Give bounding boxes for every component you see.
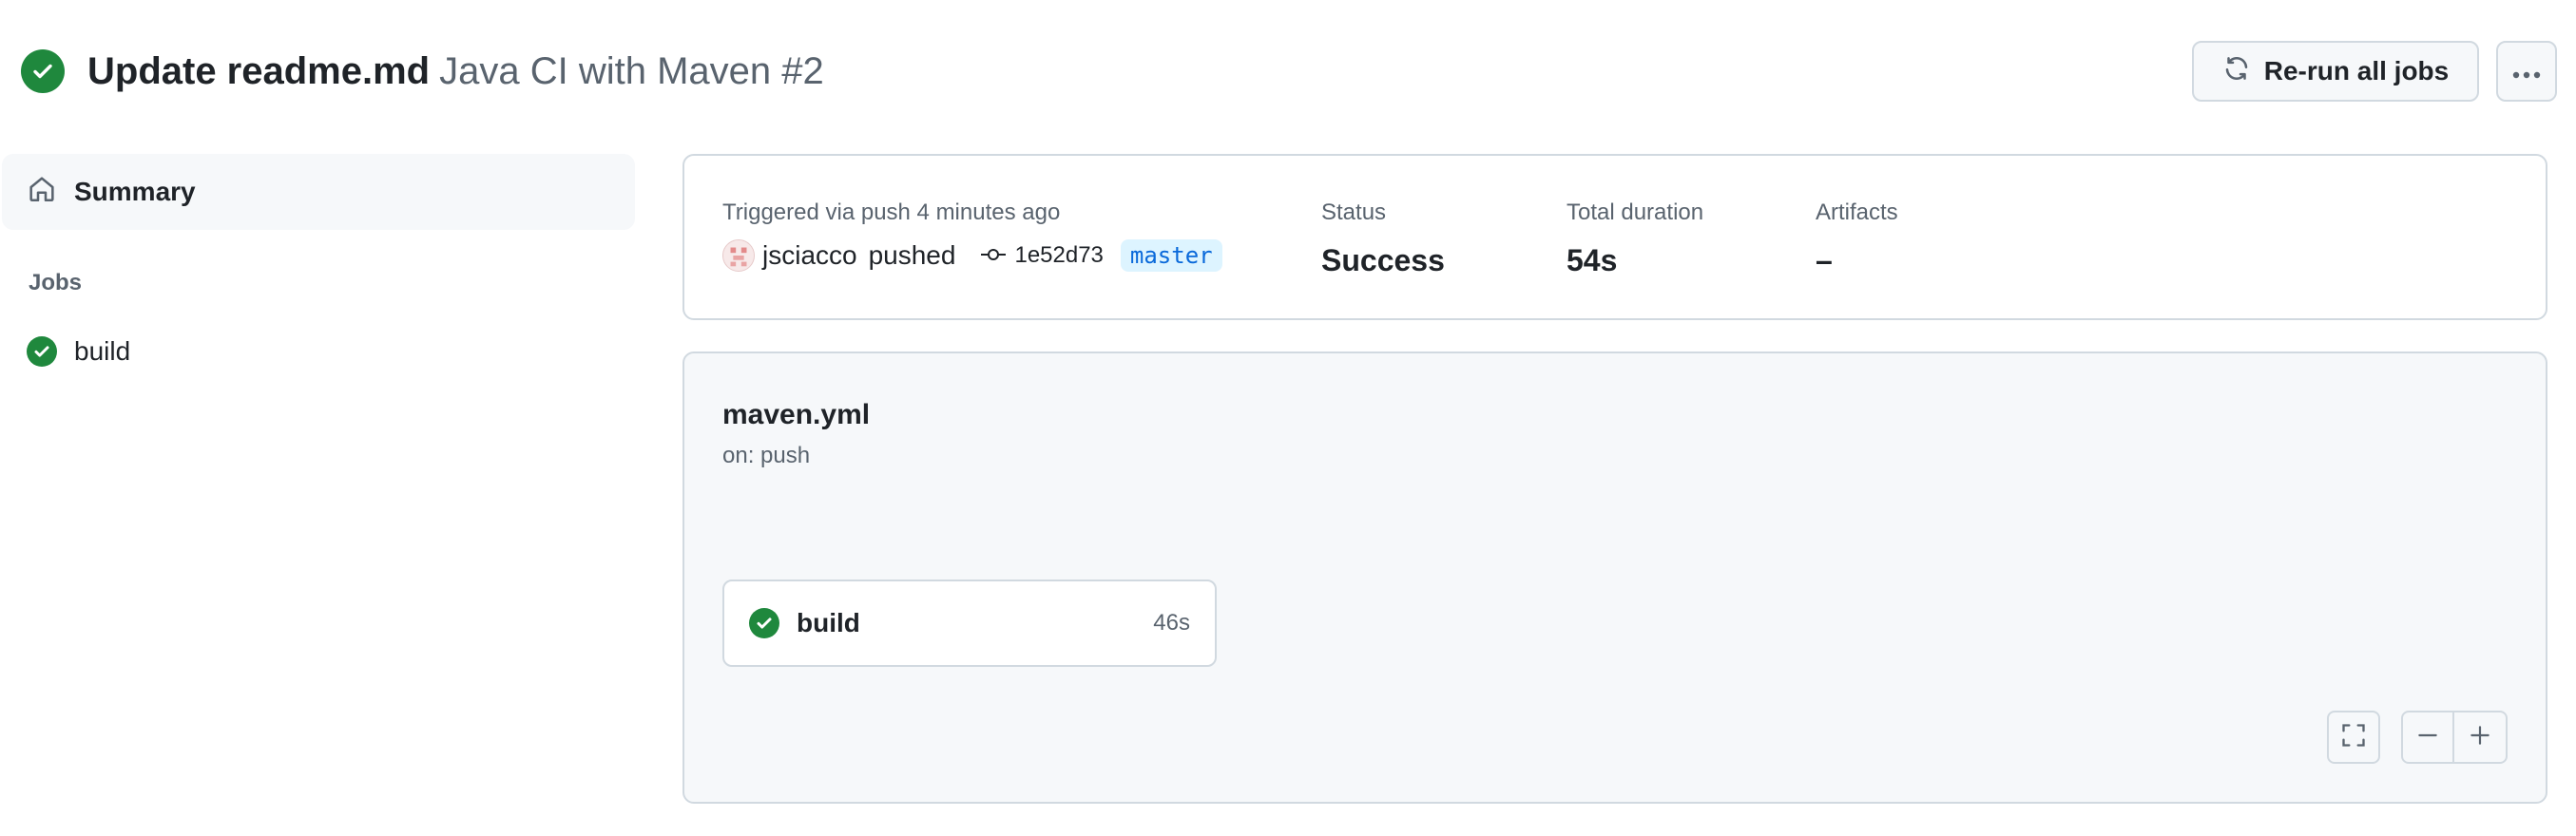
check-circle-icon bbox=[749, 608, 779, 638]
header-actions: Re-run all jobs bbox=[2192, 41, 2557, 102]
branch-badge[interactable]: master bbox=[1120, 239, 1222, 272]
artifacts-info: Artifacts – bbox=[1816, 200, 1898, 278]
more-options-button[interactable] bbox=[2496, 41, 2557, 102]
sidebar-summary-label: Summary bbox=[74, 177, 196, 206]
screen-full-icon bbox=[2340, 722, 2367, 753]
workflow-run-label[interactable]: Java CI with Maven #2 bbox=[439, 50, 824, 92]
plus-icon bbox=[2468, 723, 2492, 752]
run-summary-panel: Triggered via push 4 minutes ago jsciacc… bbox=[682, 154, 2547, 320]
check-circle-icon bbox=[21, 49, 65, 93]
workflow-run-page: Update readme.md Java CI with Maven #2 Re… bbox=[0, 0, 2576, 836]
job-card-build[interactable]: build 46s bbox=[722, 580, 1217, 667]
trigger-info: Triggered via push 4 minutes ago jsciacc… bbox=[722, 200, 1222, 272]
commit-link[interactable]: 1e52d73 bbox=[980, 242, 1104, 269]
avatar[interactable] bbox=[722, 239, 755, 272]
rerun-all-jobs-button[interactable]: Re-run all jobs bbox=[2192, 41, 2479, 102]
duration-label: Total duration bbox=[1567, 200, 1704, 225]
status-label: Status bbox=[1321, 200, 1387, 225]
job-duration: 46s bbox=[1153, 610, 1190, 636]
action-text: pushed bbox=[868, 240, 956, 270]
status-info: Status Success bbox=[1321, 200, 1445, 278]
page-title: Update readme.md Java CI with Maven #2 bbox=[87, 52, 824, 90]
git-commit-icon bbox=[980, 242, 1007, 269]
artifacts-label: Artifacts bbox=[1816, 200, 1898, 225]
sidebar-item-build[interactable]: build bbox=[0, 336, 637, 367]
check-circle-icon bbox=[27, 336, 57, 367]
zoom-out-button[interactable] bbox=[2401, 711, 2454, 764]
run-sidebar: Summary Jobs build bbox=[0, 154, 637, 367]
jobs-heading: Jobs bbox=[29, 270, 83, 295]
dash-icon bbox=[2415, 723, 2440, 752]
artifacts-value: – bbox=[1816, 243, 1833, 277]
home-icon bbox=[27, 174, 57, 211]
duration-info: Total duration 54s bbox=[1567, 200, 1703, 278]
actor-link[interactable]: jsciacco bbox=[762, 240, 857, 271]
sync-icon bbox=[2222, 54, 2251, 89]
run-header: Update readme.md Java CI with Maven #2 Re… bbox=[21, 38, 2557, 104]
zoom-in-button[interactable] bbox=[2454, 711, 2508, 764]
workflow-trigger: on: push bbox=[722, 443, 811, 468]
trigger-text: Triggered via push 4 minutes ago bbox=[722, 200, 1061, 225]
workflow-graph: maven.yml on: push build 46s bbox=[682, 352, 2547, 804]
status-value: Success bbox=[1321, 243, 1445, 277]
kebab-horizontal-icon bbox=[2511, 56, 2542, 86]
sidebar-item-summary[interactable]: Summary bbox=[2, 154, 635, 230]
duration-value[interactable]: 54s bbox=[1567, 243, 1703, 278]
zoom-group bbox=[2401, 711, 2508, 764]
commit-sha: 1e52d73 bbox=[1014, 242, 1104, 268]
fullscreen-button[interactable] bbox=[2327, 711, 2380, 764]
workflow-file-name: maven.yml bbox=[722, 399, 871, 430]
rerun-label: Re-run all jobs bbox=[2263, 56, 2450, 86]
job-name: build bbox=[797, 608, 860, 637]
run-title: Update readme.md bbox=[87, 50, 431, 92]
trigger-details: jsciacco pushed 1e52d73 master bbox=[722, 239, 1222, 272]
graph-zoom-controls bbox=[2327, 711, 2508, 764]
sidebar-job-label: build bbox=[74, 336, 131, 366]
